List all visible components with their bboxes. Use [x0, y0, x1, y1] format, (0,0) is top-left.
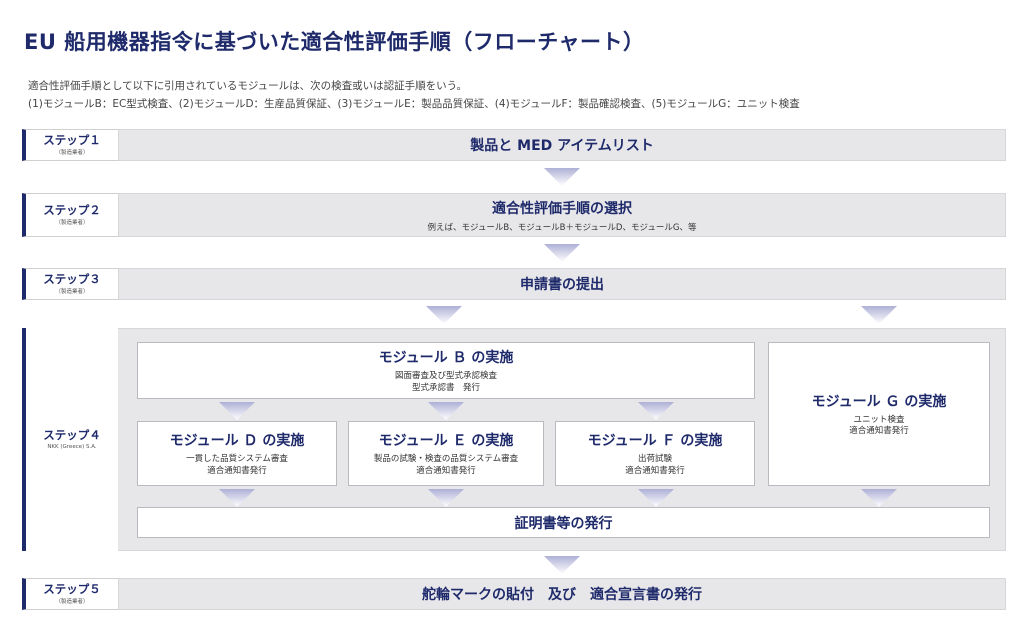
flow-arrow-e-cert	[428, 489, 464, 507]
module-d-title: モジュール Ｄ の実施	[169, 433, 305, 450]
step-1-sub: （製造業者）	[55, 150, 89, 157]
module-b-title: モジュール Ｂ の実施	[378, 350, 514, 367]
step-4-label: ステップ４ NKK (Greece) S.A.	[22, 328, 118, 551]
module-b-desc-2: 型式承認書 発行	[411, 382, 480, 393]
step-4-sub: NKK (Greece) S.A.	[47, 443, 97, 450]
flow-arrow-3-b	[426, 306, 462, 324]
module-e-desc-1: 製品の試験・検査の品質システム審査	[373, 454, 519, 465]
module-f-desc-2: 適合通知書発行	[625, 465, 685, 476]
step-3-sub: （製造業者）	[55, 289, 89, 296]
module-f-title: モジュール Ｆ の実施	[587, 433, 723, 450]
certificate-title: 証明書等の発行	[514, 515, 613, 532]
step-3-name: ステップ３	[43, 271, 101, 286]
step-3-band: 申請書の提出	[118, 268, 1006, 300]
module-e-box: モジュール Ｅ の実施 製品の試験・検査の品質システム審査 適合通知書発行	[348, 421, 544, 486]
step-4-name: ステップ４	[43, 428, 101, 443]
step-3-label: ステップ３ （製造業者）	[22, 268, 118, 300]
module-d-desc-1: 一貫した品質システム審査	[186, 454, 288, 465]
step-5-band: 舵輪マークの貼付 及び 適合宣言書の発行	[118, 578, 1006, 610]
module-e-desc-2: 適合通知書発行	[416, 465, 476, 476]
step-5-title: 舵輪マークの貼付 及び 適合宣言書の発行	[422, 587, 702, 603]
module-d-box: モジュール Ｄ の実施 一貫した品質システム審査 適合通知書発行	[137, 421, 337, 486]
module-e-title: モジュール Ｅ の実施	[378, 433, 514, 450]
page-title: EU 船用機器指令に基づいた適合性評価手順（フローチャート）	[24, 30, 645, 54]
module-f-desc-1: 出荷試験	[637, 454, 672, 465]
certificate-box: 証明書等の発行	[137, 507, 990, 538]
flow-arrow-1-2	[544, 168, 580, 186]
flow-arrow-2-3	[544, 244, 580, 262]
module-g-box: モジュール Ｇ の実施 ユニット検査 適合通知書発行	[768, 342, 990, 486]
intro-line-1: 適合性評価手順として以下に引用されているモジュールは、次の検査或いは認証手順をい…	[28, 80, 468, 92]
step-2-label: ステップ２ （製造業者）	[22, 193, 118, 237]
step-1-label: ステップ１ （製造業者）	[22, 129, 118, 161]
module-g-desc-1: ユニット検査	[853, 414, 905, 425]
module-b-box: モジュール Ｂ の実施 図面審査及び型式承認検査 型式承認書 発行	[137, 342, 755, 399]
flow-arrow-b-d	[219, 402, 255, 420]
step-5-label: ステップ５ （製造業者）	[22, 578, 118, 610]
module-g-desc-2: 適合通知書発行	[849, 426, 909, 436]
module-d-desc-2: 適合通知書発行	[207, 465, 267, 476]
flow-arrow-b-e	[428, 402, 464, 420]
module-b-desc-1: 図面審査及び型式承認検査	[394, 371, 497, 382]
step-3-title: 申請書の提出	[520, 277, 604, 293]
step-2-band: 適合性評価手順の選択 例えば、モジュールB、モジュールB＋モジュールD、モジュー…	[118, 193, 1006, 237]
module-g-title: モジュール Ｇ の実施	[811, 393, 947, 410]
flow-arrow-3-g	[861, 306, 897, 324]
flow-arrow-d-cert	[219, 489, 255, 507]
step-1-band: 製品と MED アイテムリスト	[118, 129, 1006, 161]
step-1-name: ステップ１	[43, 132, 101, 147]
flow-arrow-4-5	[544, 556, 580, 574]
step-5-sub: （製造業者）	[55, 599, 89, 606]
step-2-desc: 例えば、モジュールB、モジュールB＋モジュールD、モジュールG、等	[427, 222, 697, 233]
flow-arrow-g-cert	[861, 489, 897, 507]
step-1-title: 製品と MED アイテムリスト	[470, 138, 654, 154]
step-2-sub: （製造業者）	[55, 220, 89, 227]
step-2-name: ステップ２	[43, 202, 101, 217]
step-2-title: 適合性評価手順の選択	[492, 200, 632, 217]
module-f-box: モジュール Ｆ の実施 出荷試験 適合通知書発行	[555, 421, 755, 486]
flow-arrow-f-cert	[638, 489, 674, 507]
intro-line-2: (1)モジュールB：EC型式検査、(2)モジュールD：生産品質保証、(3)モジュ…	[28, 98, 800, 110]
flow-arrow-b-f	[638, 402, 674, 420]
step-5-name: ステップ５	[43, 581, 101, 596]
